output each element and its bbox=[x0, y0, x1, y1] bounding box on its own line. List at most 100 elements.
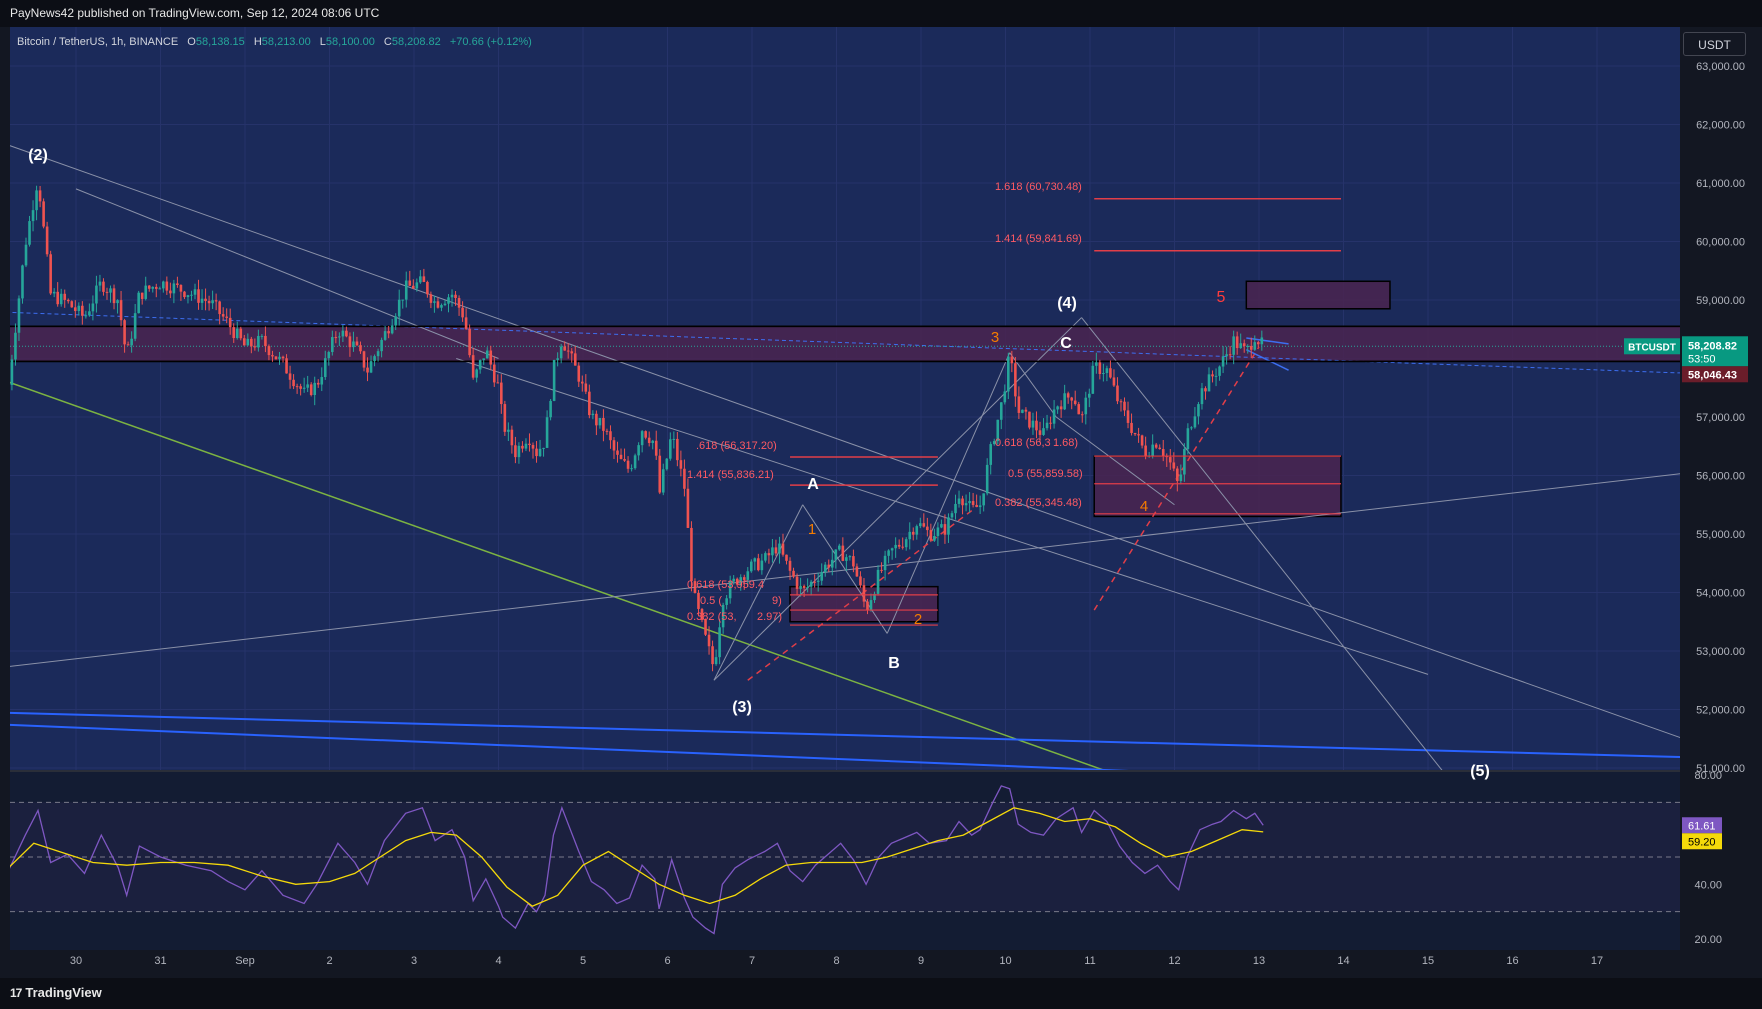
candle-body bbox=[228, 317, 232, 328]
candle-body bbox=[401, 299, 405, 301]
candle-body bbox=[433, 301, 436, 303]
candle-body bbox=[855, 566, 859, 577]
time-tick-label: 14 bbox=[1337, 955, 1349, 967]
fib-label: 0.618 (56,3 bbox=[995, 437, 1051, 449]
candle-body bbox=[1207, 374, 1211, 392]
candle-body bbox=[1063, 393, 1066, 410]
fib-label: 1.414 (59,841.69) bbox=[995, 233, 1082, 245]
candle-body bbox=[848, 556, 852, 558]
candle-body bbox=[257, 335, 260, 348]
candle-body bbox=[626, 460, 630, 469]
candle-body bbox=[1232, 336, 1235, 355]
candle-body bbox=[1028, 411, 1031, 428]
candle-body bbox=[394, 316, 397, 326]
candle-body bbox=[95, 285, 98, 304]
wave-label: C bbox=[1060, 335, 1072, 352]
candle-body bbox=[595, 413, 598, 426]
candle-body bbox=[1190, 427, 1193, 429]
candle-body bbox=[345, 330, 348, 337]
time-tick-label: Sep bbox=[235, 955, 255, 967]
candle-body bbox=[63, 293, 67, 300]
candle-body bbox=[373, 356, 376, 362]
candle-body bbox=[112, 288, 116, 304]
candle-body bbox=[338, 336, 341, 338]
candle-body bbox=[542, 447, 545, 449]
wave-label: 3 bbox=[991, 329, 999, 346]
candle-body bbox=[359, 345, 362, 352]
candle-body bbox=[1066, 393, 1070, 398]
fib-label: 0.382 (53, bbox=[687, 611, 737, 623]
candle-body bbox=[809, 581, 813, 587]
candle-body bbox=[1256, 342, 1260, 345]
candle-body bbox=[316, 382, 320, 385]
price-chart[interactable]: 1.618 (60,730.48) 1.414 (59,841.69) 0.618 … bbox=[0, 0, 1762, 978]
candle-body bbox=[28, 221, 31, 245]
candle-body bbox=[961, 498, 964, 506]
rsi-value-tag: 61.61 bbox=[1688, 820, 1716, 832]
candle-body bbox=[672, 438, 676, 440]
candle-body bbox=[98, 281, 102, 286]
candle-body bbox=[447, 297, 450, 304]
candle-body bbox=[637, 445, 640, 456]
candle-body bbox=[239, 328, 243, 339]
candle-body bbox=[640, 431, 644, 446]
tradingview-logo[interactable]: 17 TradingView bbox=[10, 985, 102, 1000]
candle-body bbox=[823, 564, 827, 573]
candle-body bbox=[1070, 397, 1073, 401]
candle-body bbox=[419, 276, 422, 283]
candle-body bbox=[21, 265, 24, 299]
candle-body bbox=[1056, 406, 1059, 410]
candle-body bbox=[440, 305, 443, 308]
candle-body bbox=[408, 280, 412, 286]
candle-body bbox=[207, 300, 211, 304]
level-tag: 58,046.43 bbox=[1688, 369, 1737, 381]
candle-body bbox=[70, 301, 74, 308]
candle-body bbox=[411, 285, 415, 289]
candle-body bbox=[426, 281, 429, 295]
candle-body bbox=[1042, 428, 1045, 435]
candle-body bbox=[154, 286, 158, 289]
candle-body bbox=[1091, 365, 1095, 394]
candle-body bbox=[1214, 375, 1218, 377]
candle-body bbox=[1080, 414, 1084, 416]
candle-body bbox=[1119, 401, 1123, 403]
time-tick-label: 3 bbox=[411, 955, 417, 967]
fib-label: 1.68) bbox=[1053, 437, 1078, 449]
candle-body bbox=[77, 305, 81, 311]
rsi-tick-label: 80.00 bbox=[1694, 770, 1722, 782]
candle-body bbox=[757, 558, 760, 571]
candle-body bbox=[1059, 406, 1063, 410]
candle-body bbox=[190, 294, 193, 296]
candle-body bbox=[964, 503, 968, 506]
candle-body bbox=[204, 298, 207, 301]
price-tick-label: 53,000.00 bbox=[1696, 646, 1745, 658]
candle-body bbox=[535, 448, 538, 457]
candle-body bbox=[81, 305, 84, 316]
candle-body bbox=[887, 550, 890, 556]
currency-button[interactable]: USDT bbox=[1683, 32, 1746, 56]
candle-body bbox=[232, 327, 236, 339]
candle-body bbox=[288, 373, 292, 380]
candle-body bbox=[915, 526, 919, 535]
candle-body bbox=[538, 448, 542, 457]
candle-body bbox=[799, 585, 802, 589]
price-tick-label: 62,000.00 bbox=[1696, 120, 1745, 132]
candle-body bbox=[922, 523, 926, 527]
candle-body bbox=[102, 281, 105, 292]
fib-label: 1.618 (60,730.48) bbox=[995, 181, 1082, 193]
fib-label: 1.414 (55,836.21) bbox=[687, 469, 774, 481]
candle-body bbox=[1168, 457, 1172, 463]
candle-body bbox=[749, 561, 753, 572]
candle-body bbox=[929, 530, 933, 541]
candle-body bbox=[936, 527, 940, 536]
rsi-tick-label: 40.00 bbox=[1694, 879, 1722, 891]
candle-body bbox=[908, 531, 912, 540]
candle-body bbox=[584, 383, 588, 392]
candle-body bbox=[869, 600, 873, 611]
candle-body bbox=[323, 358, 327, 378]
symbol-legend[interactable]: Bitcoin / TetherUS, 1h, BINANCE O58,138.… bbox=[17, 36, 532, 48]
time-axis[interactable]: 30 31 Sep 2 3 4 5 6 7 8 9 10 11 12 13 14 15 16 17 bbox=[10, 950, 1680, 978]
candle-body bbox=[943, 524, 947, 535]
candle-body bbox=[281, 356, 285, 359]
candle-body bbox=[165, 281, 169, 291]
